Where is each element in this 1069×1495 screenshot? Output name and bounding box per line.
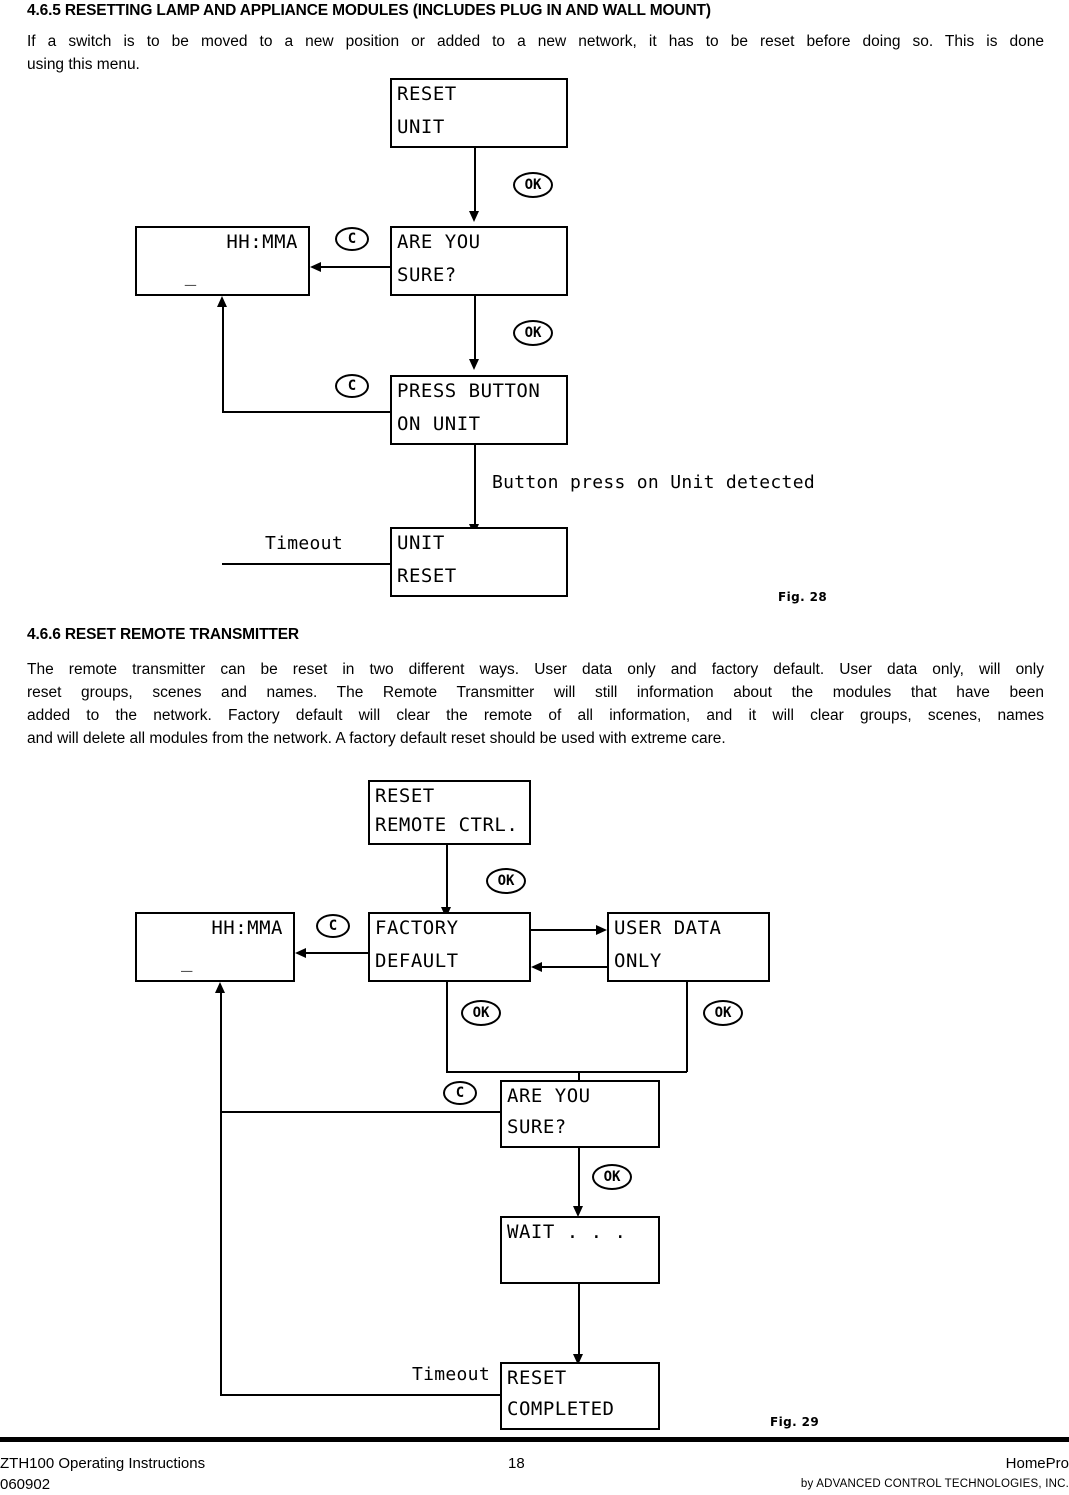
footer-doc-title: ZTH100 Operating Instructions (0, 1455, 206, 1472)
arrowhead-left-icon (295, 948, 306, 958)
edge-userdata-ok-down (686, 982, 688, 1072)
footer-brand: HomePro (1005, 1455, 1069, 1472)
lcd-line-1: HH:MMA (226, 231, 298, 253)
key-c-icon: C (443, 1081, 477, 1105)
lcd-clock-display: HH:MMA _ (135, 912, 295, 982)
key-ok-icon: OK (486, 868, 526, 894)
edge-sure-to-press (474, 296, 476, 362)
edge-factory-to-userdata (531, 929, 605, 931)
section-465-body-line-1: If a switch is to be moved to a new posi… (27, 33, 1044, 50)
lcd-line-2: SURE? (507, 1116, 567, 1138)
lcd-reset-completed: RESET COMPLETED (500, 1362, 660, 1430)
lcd-are-you-sure: ARE YOU SURE? (500, 1080, 660, 1148)
lcd-line-1: HH:MMA (211, 917, 283, 939)
rail-left-up (222, 306, 224, 412)
section-466-body-line-3: added to the network. Factory default wi… (27, 707, 1044, 724)
arrowhead-down-icon (469, 211, 479, 222)
lcd-line-1: ARE YOU (507, 1085, 591, 1107)
section-465-body-line-2: using this menu. (27, 56, 140, 73)
figure-28-caption: Fig. 28 (778, 590, 828, 604)
lcd-press-button-on-unit: PRESS BUTTON ON UNIT (390, 375, 568, 445)
edge-timeout-to-rail (220, 1394, 501, 1396)
lcd-reset-remote-ctrl: RESET REMOTE CTRL. (368, 780, 531, 845)
footer-company: by ADVANCED CONTROL TECHNOLOGIES, INC. (800, 1478, 1069, 1490)
rail-left-up-1 (220, 992, 222, 1112)
lcd-line-2: SURE? (397, 264, 457, 286)
rail-left-up-2 (220, 1111, 222, 1396)
edge-merge-rail (446, 1071, 687, 1073)
key-c-icon: C (335, 374, 369, 398)
lcd-line-2: COMPLETED (507, 1398, 615, 1420)
section-466-body: The remote transmitter can be reset in t… (27, 658, 1044, 750)
lcd-clock-display: HH:MMA _ (135, 226, 310, 296)
lcd-line-1: RESET (375, 785, 435, 807)
key-ok-icon: OK (592, 1164, 632, 1190)
lcd-line-1: ARE YOU (397, 231, 481, 253)
lcd-line-1: WAIT . . . (507, 1221, 627, 1243)
lcd-line-1: FACTORY (375, 917, 459, 939)
key-ok-icon: OK (513, 172, 553, 198)
key-c-icon: C (316, 914, 350, 938)
footer-doc-date: 060902 (0, 1476, 51, 1493)
key-c-icon: C (335, 227, 369, 251)
arrowhead-right-icon (596, 925, 607, 935)
edge-sure-to-rail (220, 1111, 501, 1113)
lcd-line-1: RESET (397, 83, 457, 105)
section-466-body-line-2: reset groups, scenes and names. The Remo… (27, 684, 1044, 701)
section-466-body-line-1: The remote transmitter can be reset in t… (27, 661, 1044, 678)
lcd-line-2: DEFAULT (375, 950, 459, 972)
lcd-line-2: RESET (397, 565, 457, 587)
footer-divider (0, 1437, 1069, 1442)
edge-reset-to-sure (474, 148, 476, 214)
document-page: 4.6.5 RESETTING LAMP AND APPLIANCE MODUL… (0, 0, 1069, 1495)
edge-label-timeout: Timeout (265, 533, 343, 554)
lcd-wait: WAIT . . . (500, 1216, 660, 1284)
lcd-user-data-only: USER DATA ONLY (607, 912, 770, 982)
edge-remote-to-factory (446, 845, 448, 910)
lcd-unit-reset: UNIT RESET (390, 527, 568, 597)
edge-label-timeout: Timeout (412, 1364, 490, 1385)
edge-sure-to-wait (578, 1148, 580, 1210)
key-ok-icon: OK (703, 1000, 743, 1026)
lcd-are-you-sure: ARE YOU SURE? (390, 226, 568, 296)
lcd-line-1: USER DATA (614, 917, 722, 939)
edge-factory-to-clock (297, 952, 368, 954)
edge-press-to-rail (222, 411, 392, 413)
edge-timeout-to-rail (222, 563, 392, 565)
figure-29-caption: Fig. 29 (770, 1415, 820, 1429)
edge-label-button-press: Button press on Unit detected (492, 472, 815, 493)
key-ok-icon: OK (461, 1000, 501, 1026)
lcd-line-2: REMOTE CTRL. (375, 814, 519, 836)
lcd-reset-unit: RESET UNIT (390, 78, 568, 148)
lcd-line-1: PRESS BUTTON (397, 380, 541, 402)
lcd-line-1: UNIT (397, 532, 445, 554)
arrowhead-down-icon (469, 359, 479, 370)
section-466-body-line-4: and will delete all modules from the net… (27, 730, 726, 747)
lcd-line-2: _ (184, 264, 197, 286)
arrowhead-up-icon (215, 982, 225, 993)
lcd-line-1: RESET (507, 1367, 567, 1389)
edge-userdata-to-factory (533, 966, 607, 968)
edge-factory-ok-down (446, 982, 448, 1072)
arrowhead-left-icon (310, 262, 321, 272)
lcd-line-2: UNIT (397, 116, 445, 138)
lcd-factory-default: FACTORY DEFAULT (368, 912, 531, 982)
edge-wait-to-done (578, 1284, 580, 1358)
edge-sure-to-clock (312, 266, 390, 268)
lcd-line-2: _ (181, 950, 193, 972)
lcd-line-2: ON UNIT (397, 413, 481, 435)
arrowhead-left-icon (531, 962, 542, 972)
lcd-line-2: ONLY (614, 950, 662, 972)
section-466-heading: 4.6.6 RESET REMOTE TRANSMITTER (27, 626, 299, 643)
arrowhead-up-icon (217, 296, 227, 307)
section-465-body: If a switch is to be moved to a new posi… (27, 30, 1044, 76)
footer-page-number: 18 (508, 1455, 525, 1472)
key-ok-icon: OK (513, 320, 553, 346)
section-465-heading: 4.6.5 RESETTING LAMP AND APPLIANCE MODUL… (27, 2, 711, 19)
edge-press-to-unitreset (474, 445, 476, 527)
